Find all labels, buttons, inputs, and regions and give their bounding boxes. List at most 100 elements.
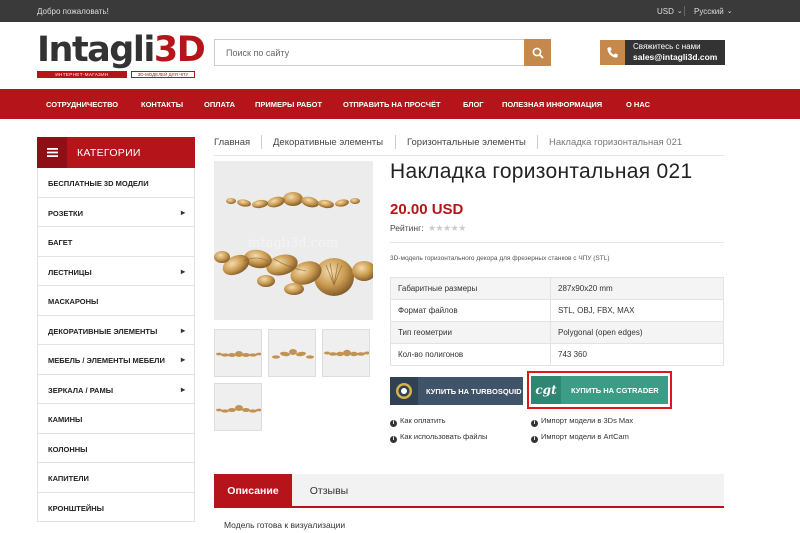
product-thumbnail[interactable] bbox=[214, 329, 262, 377]
chevron-right-icon: ▸ bbox=[180, 325, 185, 335]
contact-box[interactable]: Свяжитесь с нами sales@intagli3d.com bbox=[600, 40, 725, 65]
sidebar-item-label: РОЗЕТКИ bbox=[48, 208, 83, 218]
link-label: Импорт модели в 3Ds Max bbox=[541, 416, 634, 425]
nav-item-examples[interactable]: ПРИМЕРЫ РАБОТ bbox=[255, 100, 322, 109]
table-row: Габаритные размеры 287x90x20 mm bbox=[390, 277, 724, 300]
star-rating-icon[interactable]: ★★★★★ bbox=[428, 223, 466, 233]
info-icon: i bbox=[390, 436, 397, 443]
nav-item-blog[interactable]: БЛОГ bbox=[463, 100, 484, 109]
rating-label: Рейтинг: bbox=[390, 223, 424, 233]
table-row: Формат файлов STL, OBJ, FBX, MAX bbox=[390, 299, 724, 322]
buy-turbosquid-button[interactable]: КУПИТЬ НА TURBOSQUID bbox=[390, 377, 523, 405]
sidebar-item-free-models[interactable]: БЕСПЛАТНЫЕ 3D МОДЕЛИ bbox=[37, 168, 195, 198]
chevron-right-icon: ▸ bbox=[180, 355, 185, 364]
categories-header[interactable]: КАТЕГОРИИ bbox=[37, 137, 195, 168]
sidebar-item-label: БАГЕТ bbox=[48, 238, 73, 247]
breadcrumb-decorative[interactable]: Декоративные элементы bbox=[273, 137, 383, 148]
cgtrader-logo-icon: cgt bbox=[531, 376, 561, 404]
logo-tagline-left: ИНТЕРНЕТ-МАГАЗИН bbox=[37, 71, 127, 78]
currency-selector[interactable]: USD ⌄ bbox=[657, 7, 683, 16]
product-title: Накладка горизонтальная 021 bbox=[390, 160, 693, 183]
sidebar-item-label: ЛЕСТНИЦЫ bbox=[48, 267, 92, 277]
sidebar-item-label: МЕБЕЛЬ / ЭЛЕМЕНТЫ МЕБЕЛИ bbox=[48, 356, 165, 365]
specs-table: Габаритные размеры 287x90x20 mm Формат фа… bbox=[390, 277, 724, 366]
divider bbox=[684, 6, 685, 16]
tab-reviews[interactable]: Отзывы bbox=[292, 474, 366, 508]
sidebar-item-label: КАМИНЫ bbox=[48, 415, 83, 424]
link-label: Импорт модели в ArtCam bbox=[541, 432, 629, 441]
chevron-right-icon: ▸ bbox=[180, 207, 185, 217]
search-button[interactable] bbox=[524, 39, 551, 66]
nav-item-payment[interactable]: ОПЛАТА bbox=[204, 100, 235, 109]
contact-email[interactable]: sales@intagli3d.com bbox=[633, 52, 725, 62]
sidebar-item-brackets[interactable]: КРОНШТЕЙНЫ bbox=[37, 492, 195, 522]
watermark-text: intagli3d.com bbox=[248, 236, 338, 251]
link-import-artcam[interactable]: i Импорт модели в ArtCam bbox=[531, 432, 629, 443]
nav-item-cooperation[interactable]: СОТРУДНИЧЕСТВО bbox=[46, 100, 118, 109]
top-bar: Добро пожаловать! USD ⌄ Русский ⌄ bbox=[0, 0, 800, 22]
thumbnail-image bbox=[216, 351, 261, 357]
contact-text: Свяжитесь с нами sales@intagli3d.com bbox=[625, 40, 725, 65]
sidebar-item-label: БЕСПЛАТНЫЕ 3D МОДЕЛИ bbox=[48, 179, 149, 188]
sidebar-item-furniture[interactable]: МЕБЕЛЬ / ЭЛЕМЕНТЫ МЕБЕЛИ ▸ bbox=[37, 345, 195, 375]
info-icon: i bbox=[531, 436, 538, 443]
site-logo[interactable]: Intagli3D ИНТЕРНЕТ-МАГАЗИН 3D-МОДЕЛЕЙ ДЛ… bbox=[37, 30, 206, 80]
thumbnail-image bbox=[272, 349, 314, 359]
spec-key: Тип геометрии bbox=[390, 321, 551, 344]
sidebar-item-label: ДЕКОРАТИВНЫЕ ЭЛЕМЕНТЫ bbox=[48, 326, 158, 336]
spec-key: Габаритные размеры bbox=[390, 277, 551, 300]
search-icon bbox=[532, 47, 544, 59]
product-thumbnail[interactable] bbox=[214, 383, 262, 431]
sidebar-item-columns[interactable]: КОЛОННЫ bbox=[37, 433, 195, 463]
sidebar-item-stairs[interactable]: ЛЕСТНИЦЫ ▸ bbox=[37, 256, 195, 286]
buy-cgtrader-button[interactable]: cgt КУПИТЬ НА CGTRADER bbox=[531, 376, 668, 404]
categories-title: КАТЕГОРИИ bbox=[77, 146, 141, 159]
sidebar-item-mascarons[interactable]: МАСКАРОНЫ bbox=[37, 286, 195, 316]
spec-value: Polygonal (open edges) bbox=[550, 321, 724, 344]
product-price: 20.00 USD bbox=[390, 201, 464, 218]
spec-value: 287x90x20 mm bbox=[550, 277, 724, 300]
nav-item-useful-info[interactable]: ПОЛЕЗНАЯ ИНФОРМАЦИЯ bbox=[502, 100, 602, 109]
nav-item-contacts[interactable]: КОНТАКТЫ bbox=[141, 100, 183, 109]
sidebar-item-rosettes[interactable]: РОЗЕТКИ ▸ bbox=[37, 197, 195, 227]
sidebar-item-label: МАСКАРОНЫ bbox=[48, 297, 99, 306]
sidebar-item-baguette[interactable]: БАГЕТ bbox=[37, 227, 195, 257]
chevron-right-icon: ▸ bbox=[180, 266, 185, 276]
link-how-to-use[interactable]: i Как использовать файлы bbox=[390, 432, 487, 443]
phone-icon bbox=[600, 40, 625, 65]
nav-item-about[interactable]: О НАС bbox=[626, 100, 650, 109]
link-label: Как оплатить bbox=[400, 416, 446, 425]
product-thumbnail[interactable] bbox=[322, 329, 370, 377]
spec-key: Формат файлов bbox=[390, 299, 551, 322]
link-how-to-pay[interactable]: i Как оплатить bbox=[390, 416, 446, 427]
product-rating: Рейтинг: ★★★★★ bbox=[390, 223, 466, 234]
product-description: 3D-модель горизонтального декора для фре… bbox=[390, 255, 610, 262]
ornament-render: intagli3d.com bbox=[214, 161, 373, 320]
product-thumbnail[interactable] bbox=[268, 329, 316, 377]
nav-item-send-quote[interactable]: ОТПРАВИТЬ НА ПРОСЧЁТ bbox=[343, 100, 441, 109]
menu-icon bbox=[37, 137, 67, 168]
product-tabs: Описание Отзывы bbox=[214, 474, 724, 508]
language-selector[interactable]: Русский ⌄ bbox=[694, 7, 733, 16]
sidebar-item-mirrors[interactable]: ЗЕРКАЛА / РАМЫ ▸ bbox=[37, 374, 195, 404]
buy-cgtrader-label: КУПИТЬ НА CGTRADER bbox=[571, 385, 659, 395]
breadcrumb-home[interactable]: Главная bbox=[214, 137, 250, 148]
breadcrumb-divider bbox=[395, 135, 396, 149]
welcome-text: Добро пожаловать! bbox=[37, 7, 109, 16]
buy-turbosquid-label: КУПИТЬ НА TURBOSQUID bbox=[426, 386, 522, 396]
spec-value: 743 360 bbox=[550, 343, 724, 366]
breadcrumb-horizontal[interactable]: Горизонтальные элементы bbox=[407, 137, 526, 148]
thumbnail-image bbox=[216, 405, 261, 413]
language-label: Русский bbox=[694, 7, 724, 16]
breadcrumb-current: Накладка горизонтальная 021 bbox=[549, 137, 683, 148]
breadcrumb-divider bbox=[261, 135, 262, 149]
sidebar-item-fireplaces[interactable]: КАМИНЫ bbox=[37, 404, 195, 434]
logo-wordmark: Intagli3D bbox=[37, 30, 206, 70]
sidebar-item-decorative[interactable]: ДЕКОРАТИВНЫЕ ЭЛЕМЕНТЫ ▸ bbox=[37, 315, 195, 345]
tab-description[interactable]: Описание bbox=[214, 474, 292, 508]
sidebar-item-label: КОЛОННЫ bbox=[48, 444, 88, 454]
sidebar-item-capitals[interactable]: КАПИТЕЛИ bbox=[37, 463, 195, 493]
product-main-image[interactable]: intagli3d.com bbox=[214, 161, 373, 320]
search-input[interactable] bbox=[214, 39, 524, 66]
link-import-3dsmax[interactable]: i Импорт модели в 3Ds Max bbox=[531, 416, 633, 427]
